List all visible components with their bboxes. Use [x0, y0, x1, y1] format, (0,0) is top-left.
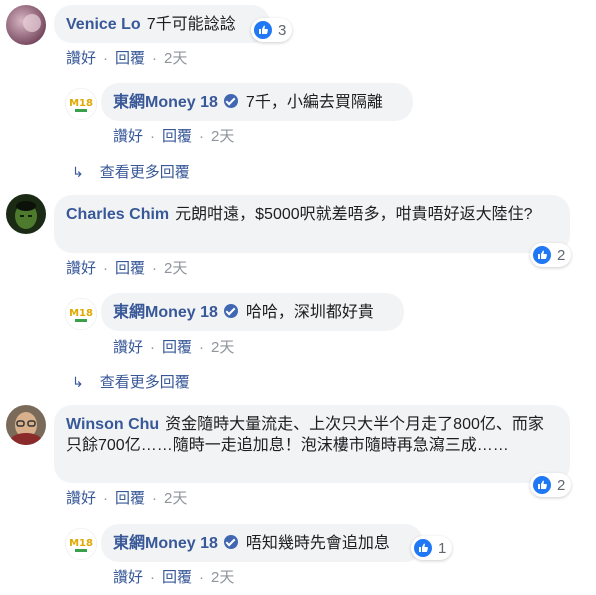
avatar[interactable]: [6, 405, 46, 445]
reply-text: 7千，小編去買隔離: [245, 94, 383, 111]
reply-button[interactable]: 回覆: [115, 50, 145, 67]
charles-chim-avatar-image: [6, 194, 46, 234]
reply-text: 唔知幾時先會追加息: [245, 535, 390, 552]
reply-time[interactable]: 2天: [211, 128, 234, 145]
avatar[interactable]: M18: [65, 528, 97, 560]
like-icon: [414, 539, 432, 557]
comment-time[interactable]: 2天: [164, 490, 187, 507]
reply-button[interactable]: 回覆: [115, 490, 145, 507]
reaction-number: 1: [438, 539, 447, 557]
reply-bubble: 東網Money 18 唔知幾時先會追加息: [101, 524, 423, 562]
comment-time[interactable]: 2天: [164, 260, 187, 277]
money18-logo-icon: M18: [65, 88, 97, 120]
like-icon: [533, 476, 551, 494]
reply-time[interactable]: 2天: [211, 339, 234, 356]
reply-bubble: 東網Money 18 7千，小編去買隔離: [101, 83, 413, 121]
reply-actions: 讚好 · 回覆 · 2天: [113, 128, 235, 145]
like-button[interactable]: 讚好: [113, 339, 143, 356]
reaction-number: 2: [557, 246, 566, 264]
comment-actions: 讚好 · 回覆 · 2天: [66, 490, 188, 507]
venice-lo-avatar-image: [6, 5, 46, 45]
reply-arrow-icon: ↳: [72, 374, 84, 390]
comment-bubble: Winson Chu 资金隨時大量流走、上次只大半个月走了800亿、而家只餘700…: [54, 405, 570, 483]
comment-author[interactable]: Winson Chu: [66, 416, 159, 433]
verified-icon: [223, 535, 238, 549]
reply-actions: 讚好 · 回覆 · 2天: [113, 339, 235, 356]
reply-author[interactable]: 東網Money 18: [113, 304, 218, 321]
view-more-label[interactable]: 查看更多回覆: [100, 164, 190, 181]
comment-text: 元朗咁遠，$5000呎就差唔多，咁貴唔好返大陸住?: [175, 206, 533, 223]
winson-chu-avatar-image: [6, 405, 46, 445]
reply-time[interactable]: 2天: [211, 569, 234, 586]
money18-logo-icon: M18: [65, 528, 97, 560]
reply-actions: 讚好 · 回覆 · 2天: [113, 569, 235, 586]
like-button[interactable]: 讚好: [113, 128, 143, 145]
reply-button[interactable]: 回覆: [115, 260, 145, 277]
like-button[interactable]: 讚好: [66, 260, 96, 277]
svg-text:M18: M18: [69, 98, 93, 109]
reply-button[interactable]: 回覆: [162, 339, 192, 356]
like-button[interactable]: 讚好: [66, 490, 96, 507]
reply-author[interactable]: 東網Money 18: [113, 94, 218, 111]
comment-author[interactable]: Venice Lo: [66, 16, 141, 33]
comment-actions: 讚好 · 回覆 · 2天: [66, 50, 188, 67]
reaction-count[interactable]: 3: [251, 18, 293, 42]
svg-text:M18: M18: [69, 538, 93, 549]
view-more-replies[interactable]: ↳ 查看更多回覆: [72, 371, 190, 392]
comment-text: 7千可能諗諗: [146, 16, 236, 33]
reply-arrow-icon: ↳: [72, 164, 84, 180]
reply-button[interactable]: 回覆: [162, 569, 192, 586]
like-button[interactable]: 讚好: [113, 569, 143, 586]
comment-bubble: Charles Chim 元朗咁遠，$5000呎就差唔多，咁貴唔好返大陸住?: [54, 195, 570, 253]
comment-time[interactable]: 2天: [164, 50, 187, 67]
reply-bubble: 東網Money 18 哈哈，深圳都好貴: [101, 293, 404, 331]
reply-text: 哈哈，深圳都好貴: [245, 304, 374, 321]
like-icon: [254, 21, 272, 39]
comment-author[interactable]: Charles Chim: [66, 206, 169, 223]
view-more-replies[interactable]: ↳ 查看更多回覆: [72, 161, 190, 182]
comment-actions: 讚好 · 回覆 · 2天: [66, 260, 188, 277]
avatar[interactable]: [6, 5, 46, 45]
reaction-number: 2: [557, 476, 566, 494]
reaction-number: 3: [278, 21, 287, 39]
like-button[interactable]: 讚好: [66, 50, 96, 67]
avatar[interactable]: M18: [65, 88, 97, 120]
like-icon: [533, 246, 551, 264]
avatar[interactable]: M18: [65, 298, 97, 330]
verified-icon: [223, 304, 238, 318]
svg-text:M18: M18: [69, 308, 93, 319]
reply-author[interactable]: 東網Money 18: [113, 535, 218, 552]
reaction-count[interactable]: 1: [411, 536, 453, 560]
view-more-label[interactable]: 查看更多回覆: [100, 374, 190, 391]
reaction-count[interactable]: 2: [530, 243, 572, 267]
reply-button[interactable]: 回覆: [162, 128, 192, 145]
money18-logo-icon: M18: [65, 298, 97, 330]
verified-icon: [223, 94, 238, 108]
avatar[interactable]: [6, 194, 46, 234]
comment-bubble: Venice Lo 7千可能諗諗: [54, 5, 270, 43]
reaction-count[interactable]: 2: [530, 473, 572, 497]
